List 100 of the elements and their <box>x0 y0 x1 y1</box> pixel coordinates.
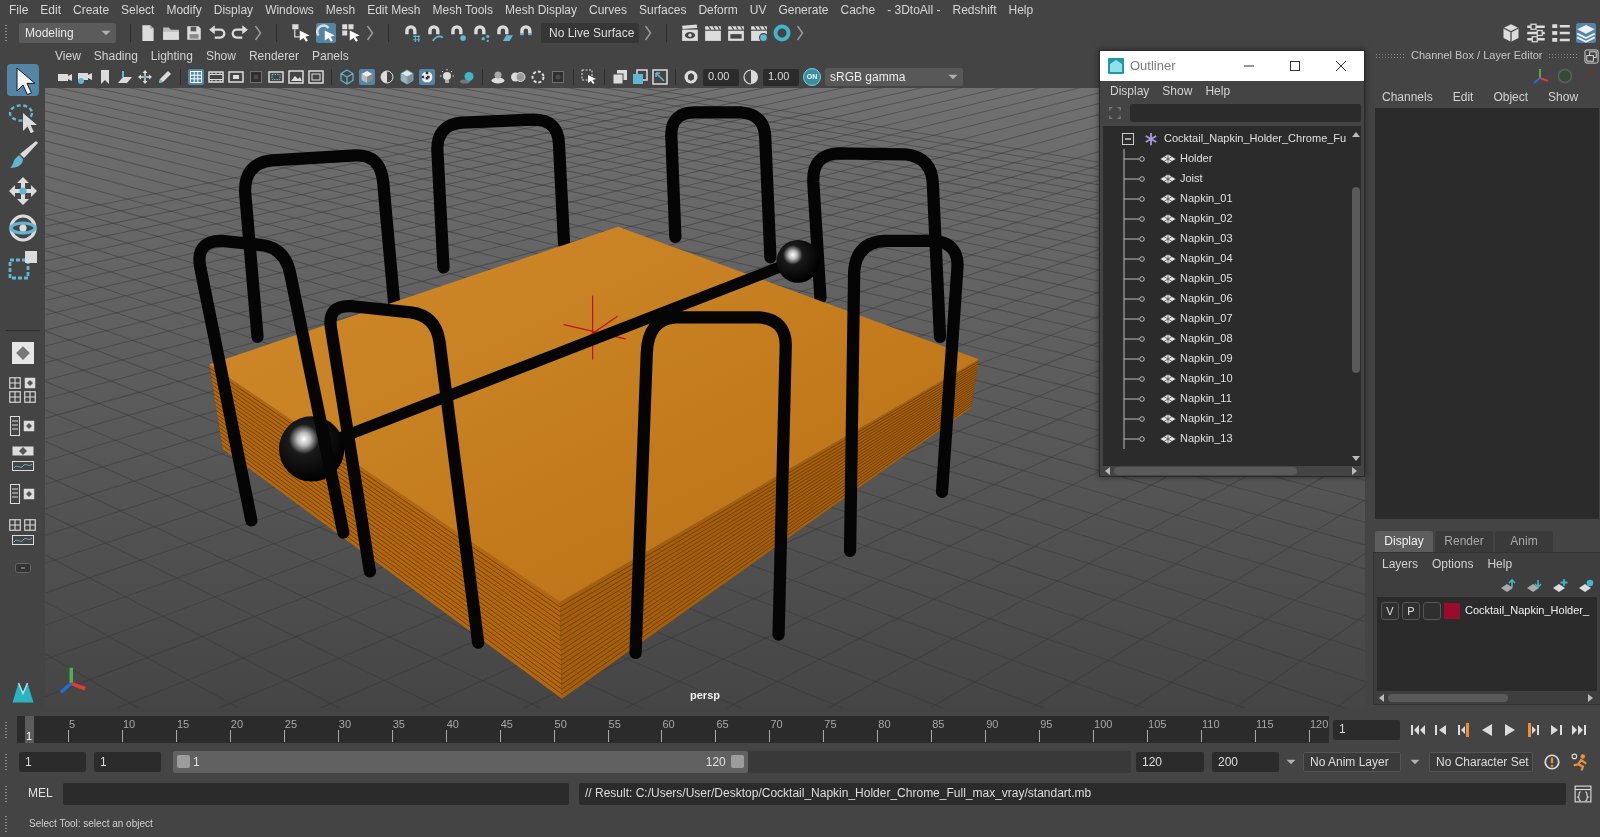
layer-arrow-down-icon[interactable] <box>1526 578 1542 594</box>
menu-item[interactable]: Display <box>207 2 260 18</box>
tree-item[interactable]: Cocktail_Napkin_Holder_Chrome_Fu <box>1164 132 1347 146</box>
axes-icon[interactable] <box>1533 68 1549 84</box>
visibility-toggle[interactable]: V <box>1381 602 1399 620</box>
curve-panel-icon[interactable] <box>11 461 34 471</box>
framed-arrow-icon[interactable] <box>652 69 668 85</box>
menu-item[interactable]: Surfaces <box>633 2 693 18</box>
panel-menu-item[interactable]: View <box>55 49 81 64</box>
magnet-grid-icon[interactable] <box>403 24 421 42</box>
stacked-squares-icon[interactable] <box>612 69 628 85</box>
layer-type-toggle[interactable] <box>1423 602 1441 620</box>
menu-item[interactable]: Mesh Display <box>499 2 584 18</box>
menu-item[interactable]: - 3DtoAll - <box>881 2 947 18</box>
playback-start-field[interactable]: 1 <box>94 752 161 772</box>
menu-item[interactable]: Redshift <box>946 2 1003 18</box>
tree-item[interactable]: Napkin_04 <box>1180 252 1233 266</box>
diamond-square-icon[interactable] <box>24 377 36 389</box>
float-window-icon[interactable] <box>1584 48 1600 64</box>
scroll-right-icon[interactable] <box>1352 467 1358 475</box>
tree-item[interactable]: Napkin_06 <box>1180 292 1233 306</box>
scroll-right-icon[interactable] <box>1588 694 1594 702</box>
list-icon[interactable] <box>1551 23 1571 43</box>
tree-item[interactable]: Napkin_10 <box>1180 372 1233 386</box>
gate-square-icon[interactable] <box>228 69 244 85</box>
menu-item[interactable]: Edit <box>1452 89 1474 105</box>
scale-boxes-icon[interactable] <box>6 249 39 281</box>
view-transform-dropdown[interactable]: sRGB gamma <box>825 68 963 86</box>
slider-handle[interactable] <box>177 755 190 768</box>
tab[interactable]: Display <box>1375 531 1433 552</box>
current-frame-marker[interactable]: 1 <box>25 716 34 743</box>
tree-item[interactable]: Napkin_07 <box>1180 312 1233 326</box>
menu-item[interactable]: Object <box>1493 89 1529 105</box>
panel-menu-item[interactable]: Show <box>205 49 236 64</box>
filter-field[interactable] <box>1130 104 1361 122</box>
drag-handle[interactable] <box>4 753 8 771</box>
picture-frame-icon[interactable] <box>288 69 304 85</box>
range-slider[interactable]: 1 120 <box>173 751 1131 773</box>
time-slider[interactable]: 5 10 15 20 25 30 35 40 45 50 55 60 65 70 75 80 85 90 95 100 105 110 115 120 1 <box>17 716 1329 743</box>
pan-arrows-icon[interactable] <box>137 69 153 85</box>
tree-item[interactable]: Joist <box>1180 172 1203 186</box>
menu-item[interactable]: Show <box>1548 89 1579 105</box>
grid-icon[interactable] <box>188 69 204 85</box>
drag-handle[interactable] <box>4 720 8 739</box>
magnet-plane-icon[interactable] <box>495 24 513 42</box>
menu-item[interactable]: Help <box>1487 556 1513 572</box>
tree-item[interactable]: Napkin_11 <box>1180 392 1232 406</box>
chevron-icon[interactable] <box>796 25 804 41</box>
layer-name[interactable]: Cocktail_Napkin_Holder_ <box>1465 604 1590 618</box>
menu-item[interactable]: Curves <box>583 2 634 18</box>
menu-item[interactable]: Options <box>1432 556 1474 572</box>
tab[interactable]: Render <box>1435 531 1493 552</box>
tree-item[interactable]: Napkin_12 <box>1180 412 1233 426</box>
tree-item[interactable]: Holder <box>1180 152 1213 166</box>
tree-item[interactable]: Napkin_03 <box>1180 232 1233 246</box>
cursor-frame-icon[interactable] <box>581 69 597 85</box>
playback-toggle[interactable]: P <box>1402 602 1420 620</box>
magnet-curve-icon[interactable] <box>426 24 444 42</box>
scrollbar-thumb[interactable] <box>1352 187 1360 373</box>
maximize-icon[interactable] <box>1290 61 1300 71</box>
drag-handle[interactable] <box>4 784 8 803</box>
layer-swatch-icon[interactable] <box>1444 603 1460 619</box>
drag-handle[interactable] <box>4 24 8 42</box>
drag-handle[interactable] <box>4 814 8 833</box>
checker-ball-icon[interactable] <box>419 69 435 85</box>
panel-menu-item[interactable]: Shading <box>93 49 138 64</box>
chevron-icon[interactable] <box>644 25 652 41</box>
folder-icon[interactable] <box>162 24 180 42</box>
layer-arrow-up-icon[interactable] <box>1500 578 1516 594</box>
layers-icon[interactable] <box>1576 23 1596 43</box>
magnet-point-icon[interactable] <box>449 24 467 42</box>
dashed-frame-icon[interactable] <box>268 69 284 85</box>
tree-item[interactable]: Napkin_01 <box>1180 192 1233 206</box>
slider-panel-icon[interactable] <box>10 484 20 504</box>
animation-end-field[interactable]: 200 <box>1212 752 1279 772</box>
scroll-up-icon[interactable] <box>1352 131 1360 137</box>
range-slider-fill[interactable]: 1 120 <box>173 751 748 773</box>
solid-cube-icon[interactable] <box>359 69 375 85</box>
sphere-on-base-icon[interactable] <box>490 69 506 85</box>
aperture-icon[interactable] <box>683 69 699 85</box>
menu-item[interactable]: Modify <box>160 2 208 18</box>
lasso-icon[interactable] <box>6 101 39 133</box>
menu-item[interactable]: Deform <box>692 2 744 18</box>
pane-grid-icon[interactable] <box>9 391 21 403</box>
dashed-ring-icon[interactable] <box>530 69 546 85</box>
minus-icon[interactable] <box>14 563 31 573</box>
half-filled-circle-icon[interactable] <box>743 69 759 85</box>
menu-item[interactable]: Edit <box>34 2 68 18</box>
magnet-dots-icon[interactable] <box>472 24 490 42</box>
scrollbar-thumb[interactable] <box>1388 694 1508 702</box>
cube-icon[interactable] <box>1501 23 1521 43</box>
key-back-icon[interactable] <box>1456 721 1472 738</box>
overlap-squares-icon[interactable] <box>632 69 648 85</box>
cursor-grid-icon[interactable] <box>341 23 361 43</box>
menu-item[interactable]: Channels <box>1382 89 1433 105</box>
menu-item[interactable]: Mesh <box>319 2 362 18</box>
panel-menu-item[interactable]: Renderer <box>248 49 299 64</box>
image-plane-icon[interactable] <box>117 69 133 85</box>
menu-item[interactable]: Windows <box>259 2 320 18</box>
ring-exclamation-icon[interactable] <box>1543 753 1561 771</box>
